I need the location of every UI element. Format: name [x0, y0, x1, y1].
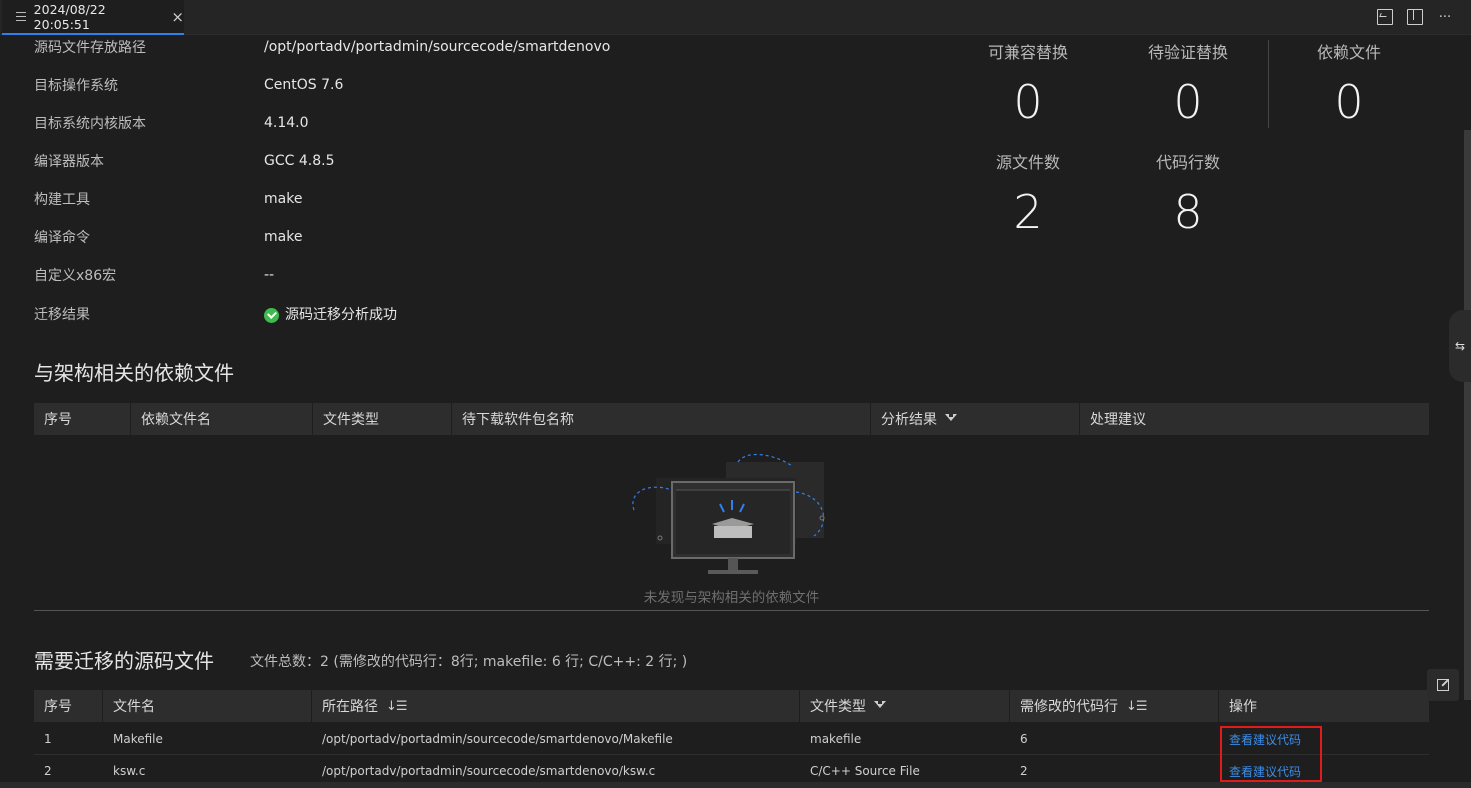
- info-label: 编译命令: [34, 230, 90, 246]
- dependency-section-title: 与架构相关的依赖文件: [34, 361, 234, 385]
- stat-dependency-files: 依赖文件 0: [1269, 39, 1429, 129]
- column-header-lines[interactable]: 需修改的代码行 ↓☰: [1010, 690, 1219, 722]
- column-header-file-type[interactable]: 文件类型: [800, 690, 1010, 722]
- column-header: 依赖文件名: [131, 403, 313, 435]
- stat-label: 待验证替换: [1147, 43, 1228, 62]
- info-row-kernel-version: 目标系统内核版本 4.14.0: [34, 113, 309, 133]
- column-header: 操作: [1229, 699, 1257, 715]
- sort-icon[interactable]: ↓☰: [386, 699, 408, 714]
- feedback-button[interactable]: [1427, 669, 1459, 701]
- stat-value: 0: [1013, 75, 1043, 129]
- cell-index: 1: [44, 732, 52, 746]
- info-label: 构建工具: [34, 192, 90, 208]
- stat-value: 0: [1173, 75, 1203, 129]
- column-header: 待下载软件包名称: [452, 403, 871, 435]
- empty-state-illustration: [632, 453, 825, 574]
- stat-value: 8: [1173, 185, 1203, 239]
- edit-icon: [1437, 679, 1449, 691]
- sort-icon[interactable]: ↓☰: [1126, 699, 1148, 714]
- column-header: 处理建议: [1090, 412, 1146, 428]
- cell-file-type: makefile: [810, 732, 862, 746]
- preview-button[interactable]: [1377, 9, 1393, 25]
- info-value: GCC 4.8.5: [264, 153, 335, 169]
- info-row-target-os: 目标操作系统 CentOS 7.6: [34, 75, 343, 95]
- info-row-migration-result: 迁移结果 源码迁移分析成功: [34, 304, 397, 324]
- info-row-x86-macro: 自定义x86宏 --: [34, 265, 274, 285]
- stat-pending-verify: 待验证替换 0: [1108, 39, 1268, 129]
- cell-file-name: Makefile: [113, 732, 163, 746]
- more-actions-button[interactable]: ···: [1437, 9, 1453, 25]
- document-icon: [16, 12, 26, 21]
- info-label: 迁移结果: [34, 307, 90, 323]
- side-panel-toggle[interactable]: ⇆: [1449, 310, 1471, 382]
- dependency-table-header: 序号 依赖文件名 文件类型 待下载软件包名称 分析结果 处理建议: [34, 403, 1429, 435]
- info-value: 4.14.0: [264, 115, 309, 131]
- column-header: 文件类型: [313, 403, 452, 435]
- empty-state-text: 未发现与架构相关的依赖文件: [643, 590, 820, 606]
- info-value: make: [264, 191, 303, 207]
- editor-tab-bar: 2024/08/22 20:05:51 × ···: [0, 0, 1471, 35]
- stat-value: 2: [1013, 185, 1043, 239]
- info-label: 目标操作系统: [34, 78, 118, 94]
- close-icon[interactable]: ×: [171, 8, 184, 26]
- stat-value: 0: [1334, 75, 1364, 129]
- filter-icon[interactable]: [874, 700, 886, 712]
- info-row-build-tool: 构建工具 make: [34, 189, 302, 209]
- column-header: 文件名: [103, 690, 312, 722]
- migration-result-text: 源码迁移分析成功: [285, 307, 397, 323]
- column-header-analysis-result[interactable]: 分析结果: [871, 403, 1080, 435]
- column-header-label: 需修改的代码行: [1020, 699, 1118, 715]
- migration-result-value: 源码迁移分析成功: [264, 304, 397, 324]
- preview-icon: [1377, 9, 1393, 25]
- filter-icon[interactable]: [945, 413, 957, 425]
- success-check-icon: [264, 307, 279, 323]
- stat-label: 可兼容替换: [987, 43, 1068, 62]
- info-row-compiler-version: 编译器版本 GCC 4.8.5: [34, 151, 334, 171]
- column-header: 序号: [34, 690, 103, 722]
- source-table-header: 序号 文件名 所在路径 ↓☰ 文件类型 需修改的代码行 ↓☰ 操作: [34, 690, 1429, 722]
- stat-label: 代码行数: [1155, 153, 1220, 172]
- split-editor-icon: [1407, 9, 1423, 25]
- split-editor-button[interactable]: [1407, 9, 1423, 25]
- info-row-build-command: 编译命令 make: [34, 227, 302, 247]
- swap-icon: ⇆: [1454, 339, 1466, 353]
- info-label: 源码文件存放路径: [34, 40, 146, 56]
- stat-source-files: 源文件数 2: [948, 149, 1108, 239]
- column-header: 序号: [34, 403, 131, 435]
- cell-path: /opt/portadv/portadmin/sourcecode/smartd…: [322, 732, 673, 746]
- table-bottom-divider: [34, 610, 1429, 611]
- column-header-label: 所在路径: [322, 699, 378, 715]
- info-label: 目标系统内核版本: [34, 116, 146, 132]
- scrollbar-thumb[interactable]: [1464, 130, 1471, 700]
- stat-compatible-replace: 可兼容替换 0: [948, 39, 1108, 129]
- report-tab[interactable]: 2024/08/22 20:05:51 ×: [2, 0, 184, 35]
- source-summary: 文件总数：2 (需修改的代码行：8行; makefile: 6 行; C/C++…: [250, 654, 688, 670]
- info-row-source-path: 源码文件存放路径 /opt/portadv/portadmin/sourceco…: [34, 37, 610, 57]
- highlight-box: [1220, 726, 1322, 782]
- tab-title: 2024/08/22 20:05:51: [33, 1, 106, 32]
- cell-lines: 6: [1020, 732, 1028, 746]
- info-label: 自定义x86宏: [34, 268, 117, 284]
- info-label: 编译器版本: [34, 154, 104, 170]
- info-value: --: [264, 267, 275, 283]
- stat-label: 源文件数: [995, 153, 1060, 172]
- column-header-label: 分析结果: [881, 412, 937, 428]
- column-header-path[interactable]: 所在路径 ↓☰: [312, 690, 800, 722]
- stat-code-lines: 代码行数 8: [1108, 149, 1268, 239]
- tab-actions: ···: [1377, 9, 1453, 25]
- source-section-title: 需要迁移的源码文件: [34, 649, 214, 673]
- column-header-label: 文件类型: [810, 699, 866, 715]
- stat-label: 依赖文件: [1316, 43, 1381, 62]
- info-value: make: [264, 229, 303, 245]
- info-value: CentOS 7.6: [264, 77, 344, 93]
- horizontal-scrollbar[interactable]: [0, 782, 1471, 788]
- info-value: /opt/portadv/portadmin/sourcecode/smartd…: [264, 39, 611, 55]
